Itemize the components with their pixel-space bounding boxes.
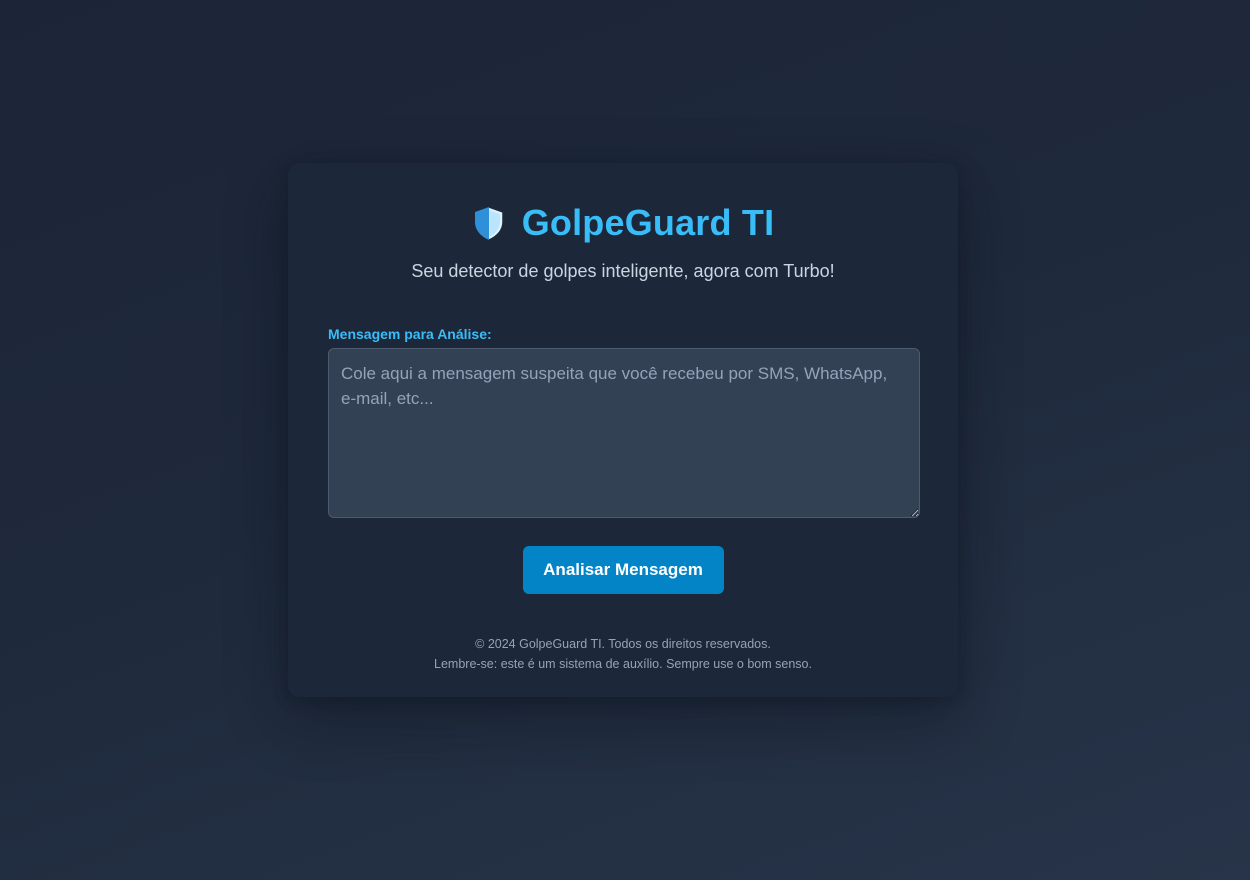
app-header: GolpeGuard TI	[328, 201, 918, 245]
app-title: GolpeGuard TI	[521, 202, 775, 243]
app-subtitle: Seu detector de golpes inteligente, agor…	[411, 261, 835, 281]
footer: © 2024 GolpeGuard TI. Todos os direitos …	[328, 634, 918, 674]
analysis-card: GolpeGuard TI Seu detector de golpes int…	[288, 163, 958, 697]
footer-disclaimer: Lembre-se: este é um sistema de auxílio.…	[434, 657, 812, 671]
footer-copyright: © 2024 GolpeGuard TI. Todos os direitos …	[475, 637, 771, 651]
button-row: Analisar Mensagem	[328, 546, 918, 594]
message-textarea[interactable]	[328, 348, 920, 518]
shield-icon	[472, 205, 506, 241]
analyze-message-button[interactable]: Analisar Mensagem	[522, 546, 724, 594]
message-label: Mensagem para Análise:	[328, 326, 492, 342]
